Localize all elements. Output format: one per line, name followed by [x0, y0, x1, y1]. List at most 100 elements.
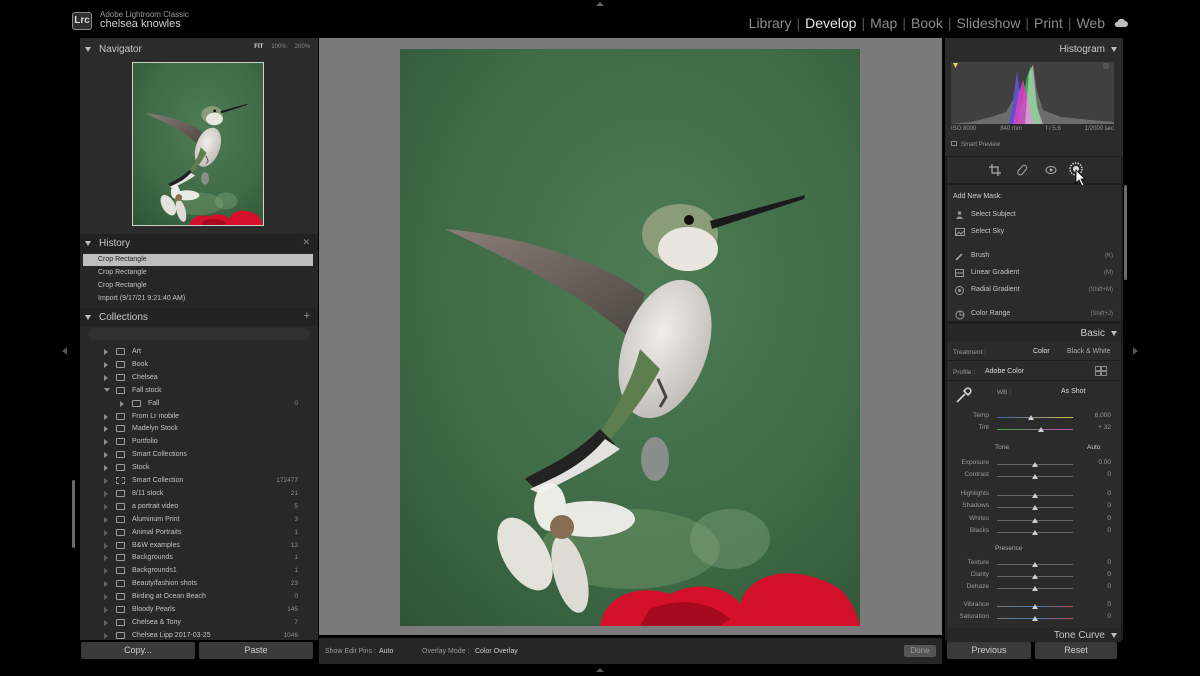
slider-handle[interactable]	[1038, 427, 1045, 432]
red-eye-tool-icon[interactable]	[1045, 164, 1057, 176]
slider-value[interactable]: 0	[1107, 515, 1111, 522]
slider-handle[interactable]	[1032, 616, 1038, 621]
collection-row[interactable]: Fall 0	[80, 397, 318, 410]
module-map[interactable]: Map	[867, 15, 900, 31]
slider-handle[interactable]	[1032, 604, 1038, 609]
slider-whites[interactable]: Whites 0	[947, 515, 1121, 525]
collection-row[interactable]: 8/11 stock 21	[80, 487, 318, 500]
slider-value[interactable]: 6,000	[1095, 412, 1111, 419]
mask-option-linear-gradient[interactable]: Linear Gradient (M)	[955, 267, 1113, 279]
tone-auto-button[interactable]: Auto	[1087, 444, 1100, 451]
profile-select[interactable]: Adobe Color	[985, 368, 1024, 375]
mask-option-brush[interactable]: Brush (K)	[955, 250, 1113, 262]
navigator-preview[interactable]	[132, 62, 264, 226]
expanded-arrow-icon[interactable]	[104, 387, 110, 392]
slider-value[interactable]: 0	[1107, 583, 1111, 590]
collapsed-arrow-icon[interactable]	[104, 503, 108, 510]
collection-row[interactable]: Fall stock	[80, 384, 318, 397]
collapsed-arrow-icon[interactable]	[104, 619, 108, 626]
collection-row[interactable]: Smart Collections	[80, 448, 318, 461]
slider-value[interactable]: + 32	[1098, 424, 1111, 431]
collapse-filmstrip-icon[interactable]	[596, 668, 604, 672]
module-web[interactable]: Web	[1073, 15, 1108, 31]
slider-contrast[interactable]: Contrast 0	[947, 471, 1121, 481]
copy-settings-button[interactable]: Copy...	[81, 642, 195, 659]
collapsed-arrow-icon[interactable]	[104, 607, 108, 613]
collection-row[interactable]: Backgrounds 1	[80, 551, 318, 564]
basic-header[interactable]: Basic	[947, 324, 1121, 342]
collection-row[interactable]: Backgrounds1 1	[80, 564, 318, 577]
overlay-mode-select[interactable]: Color Overlay	[475, 648, 518, 655]
collection-row[interactable]: Chelsea	[80, 371, 318, 384]
mask-option-color-range[interactable]: Color Range (Shift+J)	[955, 308, 1113, 320]
wb-select[interactable]: As Shot	[1061, 388, 1086, 395]
slider-handle[interactable]	[1032, 493, 1038, 498]
collapsed-arrow-icon[interactable]	[104, 581, 108, 588]
mask-option-select-sky[interactable]: Select Sky	[955, 226, 1113, 238]
slider-value[interactable]: 0	[1107, 559, 1111, 566]
collection-row[interactable]: Aluminum Print 3	[80, 513, 318, 526]
collapsed-arrow-icon[interactable]	[104, 413, 108, 420]
collapsed-arrow-icon[interactable]	[104, 490, 108, 497]
history-item[interactable]: Crop Rectangle	[83, 267, 313, 279]
mask-option-radial-gradient[interactable]: Radial Gradient (Shift+M)	[955, 284, 1113, 296]
collection-row[interactable]: Portfolio	[80, 435, 318, 448]
show-edit-pins-select[interactable]: Auto	[379, 648, 393, 655]
slider-value[interactable]: 0	[1107, 527, 1111, 534]
collection-row[interactable]: Art	[80, 345, 318, 358]
left-panel-scrollbar[interactable]	[72, 480, 75, 548]
collapsed-arrow-icon[interactable]	[120, 400, 124, 407]
history-item[interactable]: Crop Rectangle	[83, 254, 313, 266]
slider-exposure[interactable]: Exposure 0.00	[947, 459, 1121, 469]
slider-handle[interactable]	[1032, 505, 1038, 510]
slider-saturation[interactable]: Saturation 0	[947, 613, 1121, 623]
disclosure-triangle-icon[interactable]	[85, 314, 91, 320]
zoom-100[interactable]: 100%	[271, 44, 286, 50]
module-slideshow[interactable]: Slideshow	[954, 15, 1024, 31]
disclosure-triangle-icon[interactable]	[1111, 632, 1117, 638]
collection-row[interactable]: Bloody Pearls 145	[80, 603, 318, 616]
slider-track[interactable]	[997, 429, 1073, 430]
collapsed-arrow-icon[interactable]	[104, 516, 108, 523]
slider-handle[interactable]	[1032, 562, 1038, 567]
collapsed-arrow-icon[interactable]	[104, 452, 108, 459]
white-balance-eyedropper-icon[interactable]	[955, 386, 973, 404]
collapsed-arrow-icon[interactable]	[104, 555, 108, 562]
zoom-200[interactable]: 200%	[295, 44, 310, 50]
collections-filter-input[interactable]	[88, 328, 310, 340]
slider-value[interactable]: 0	[1107, 490, 1111, 497]
previous-button[interactable]: Previous	[947, 642, 1031, 659]
collection-row[interactable]: Book	[80, 358, 318, 371]
collapsed-arrow-icon[interactable]	[104, 349, 108, 355]
slider-clarity[interactable]: Clarity 0	[947, 571, 1121, 581]
slider-handle[interactable]	[1028, 415, 1035, 420]
slider-blacks[interactable]: Blacks 0	[947, 527, 1121, 537]
slider-handle[interactable]	[1032, 586, 1038, 591]
slider-value[interactable]: 0	[1107, 613, 1111, 620]
histogram-header[interactable]: Histogram	[945, 40, 1123, 58]
collapsed-arrow-icon[interactable]	[104, 361, 108, 368]
collection-row[interactable]: Animal Portraits 1	[80, 526, 318, 539]
collapsed-arrow-icon[interactable]	[104, 465, 108, 472]
clear-history-icon[interactable]: ✕	[302, 237, 310, 248]
disclosure-triangle-icon[interactable]	[85, 46, 91, 52]
collapsed-arrow-icon[interactable]	[104, 568, 108, 575]
slider-value[interactable]: 0.00	[1098, 459, 1111, 466]
collapsed-arrow-icon[interactable]	[104, 374, 108, 381]
slider-temp[interactable]: Temp 6,000	[947, 412, 1121, 422]
image-canvas[interactable]	[319, 38, 942, 635]
right-panel-scrollbar[interactable]	[1124, 185, 1127, 280]
module-book[interactable]: Book	[908, 15, 946, 31]
collection-row[interactable]: Beauty/fashion shots 23	[80, 577, 318, 590]
slider-tint[interactable]: Tint + 32	[947, 424, 1121, 434]
collapsed-arrow-icon[interactable]	[104, 529, 108, 536]
collection-row[interactable]: Smart Collection 172477	[80, 474, 318, 487]
module-print[interactable]: Print	[1031, 15, 1066, 31]
slider-value[interactable]: 0	[1107, 471, 1111, 478]
collection-row[interactable]: From Lr mobile	[80, 410, 318, 423]
slider-handle[interactable]	[1032, 518, 1038, 523]
module-develop[interactable]: Develop	[802, 15, 859, 31]
crop-tool-icon[interactable]	[989, 164, 1001, 176]
module-library[interactable]: Library	[746, 15, 795, 31]
slider-handle[interactable]	[1032, 574, 1038, 579]
